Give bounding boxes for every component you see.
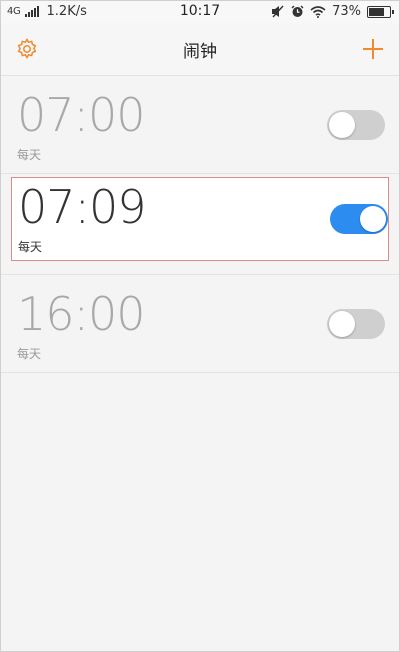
mute-icon [272, 5, 284, 18]
alarm-repeat: 每天 [17, 148, 42, 162]
page-title: 闹钟 [183, 42, 217, 62]
wifi-icon [310, 5, 326, 18]
alarm-icon [291, 5, 304, 17]
battery-icon [367, 5, 394, 18]
alarm-item-selected[interactable]: 07:09 每天 [11, 177, 389, 261]
alarm-time: 16:00 [17, 287, 146, 341]
toggle-knob [329, 311, 355, 337]
toggle-knob [329, 112, 355, 138]
alarm-item[interactable]: 16:00 每天 [1, 275, 399, 373]
alarm-repeat: 每天 [17, 347, 42, 361]
alarm-toggle[interactable] [327, 309, 385, 339]
app-header: 闹钟 [1, 23, 399, 76]
add-alarm-button[interactable] [357, 33, 389, 65]
battery-fill [369, 7, 384, 16]
alarm-time: 07:09 [18, 180, 147, 234]
alarm-list: 07:00 每天 07:09 每天 16:00 每天 [1, 76, 399, 373]
battery-percent: 73% [332, 4, 361, 19]
alarm-item-wrapper: 07:09 每天 [1, 177, 399, 275]
alarm-repeat: 每天 [18, 240, 43, 254]
alarm-toggle[interactable] [327, 110, 385, 140]
status-bar: 4G 1.2K/s 10:17 73% [1, 1, 399, 23]
alarm-toggle[interactable] [330, 204, 388, 234]
toggle-knob [360, 206, 386, 232]
plus-icon [363, 39, 383, 59]
app-frame: 4G 1.2K/s 10:17 73% 闹钟 07:00 每天 07:09 每天… [0, 0, 400, 652]
alarm-item[interactable]: 07:00 每天 [1, 76, 399, 174]
status-right: 73% [271, 4, 394, 19]
alarm-time: 07:00 [17, 88, 146, 142]
